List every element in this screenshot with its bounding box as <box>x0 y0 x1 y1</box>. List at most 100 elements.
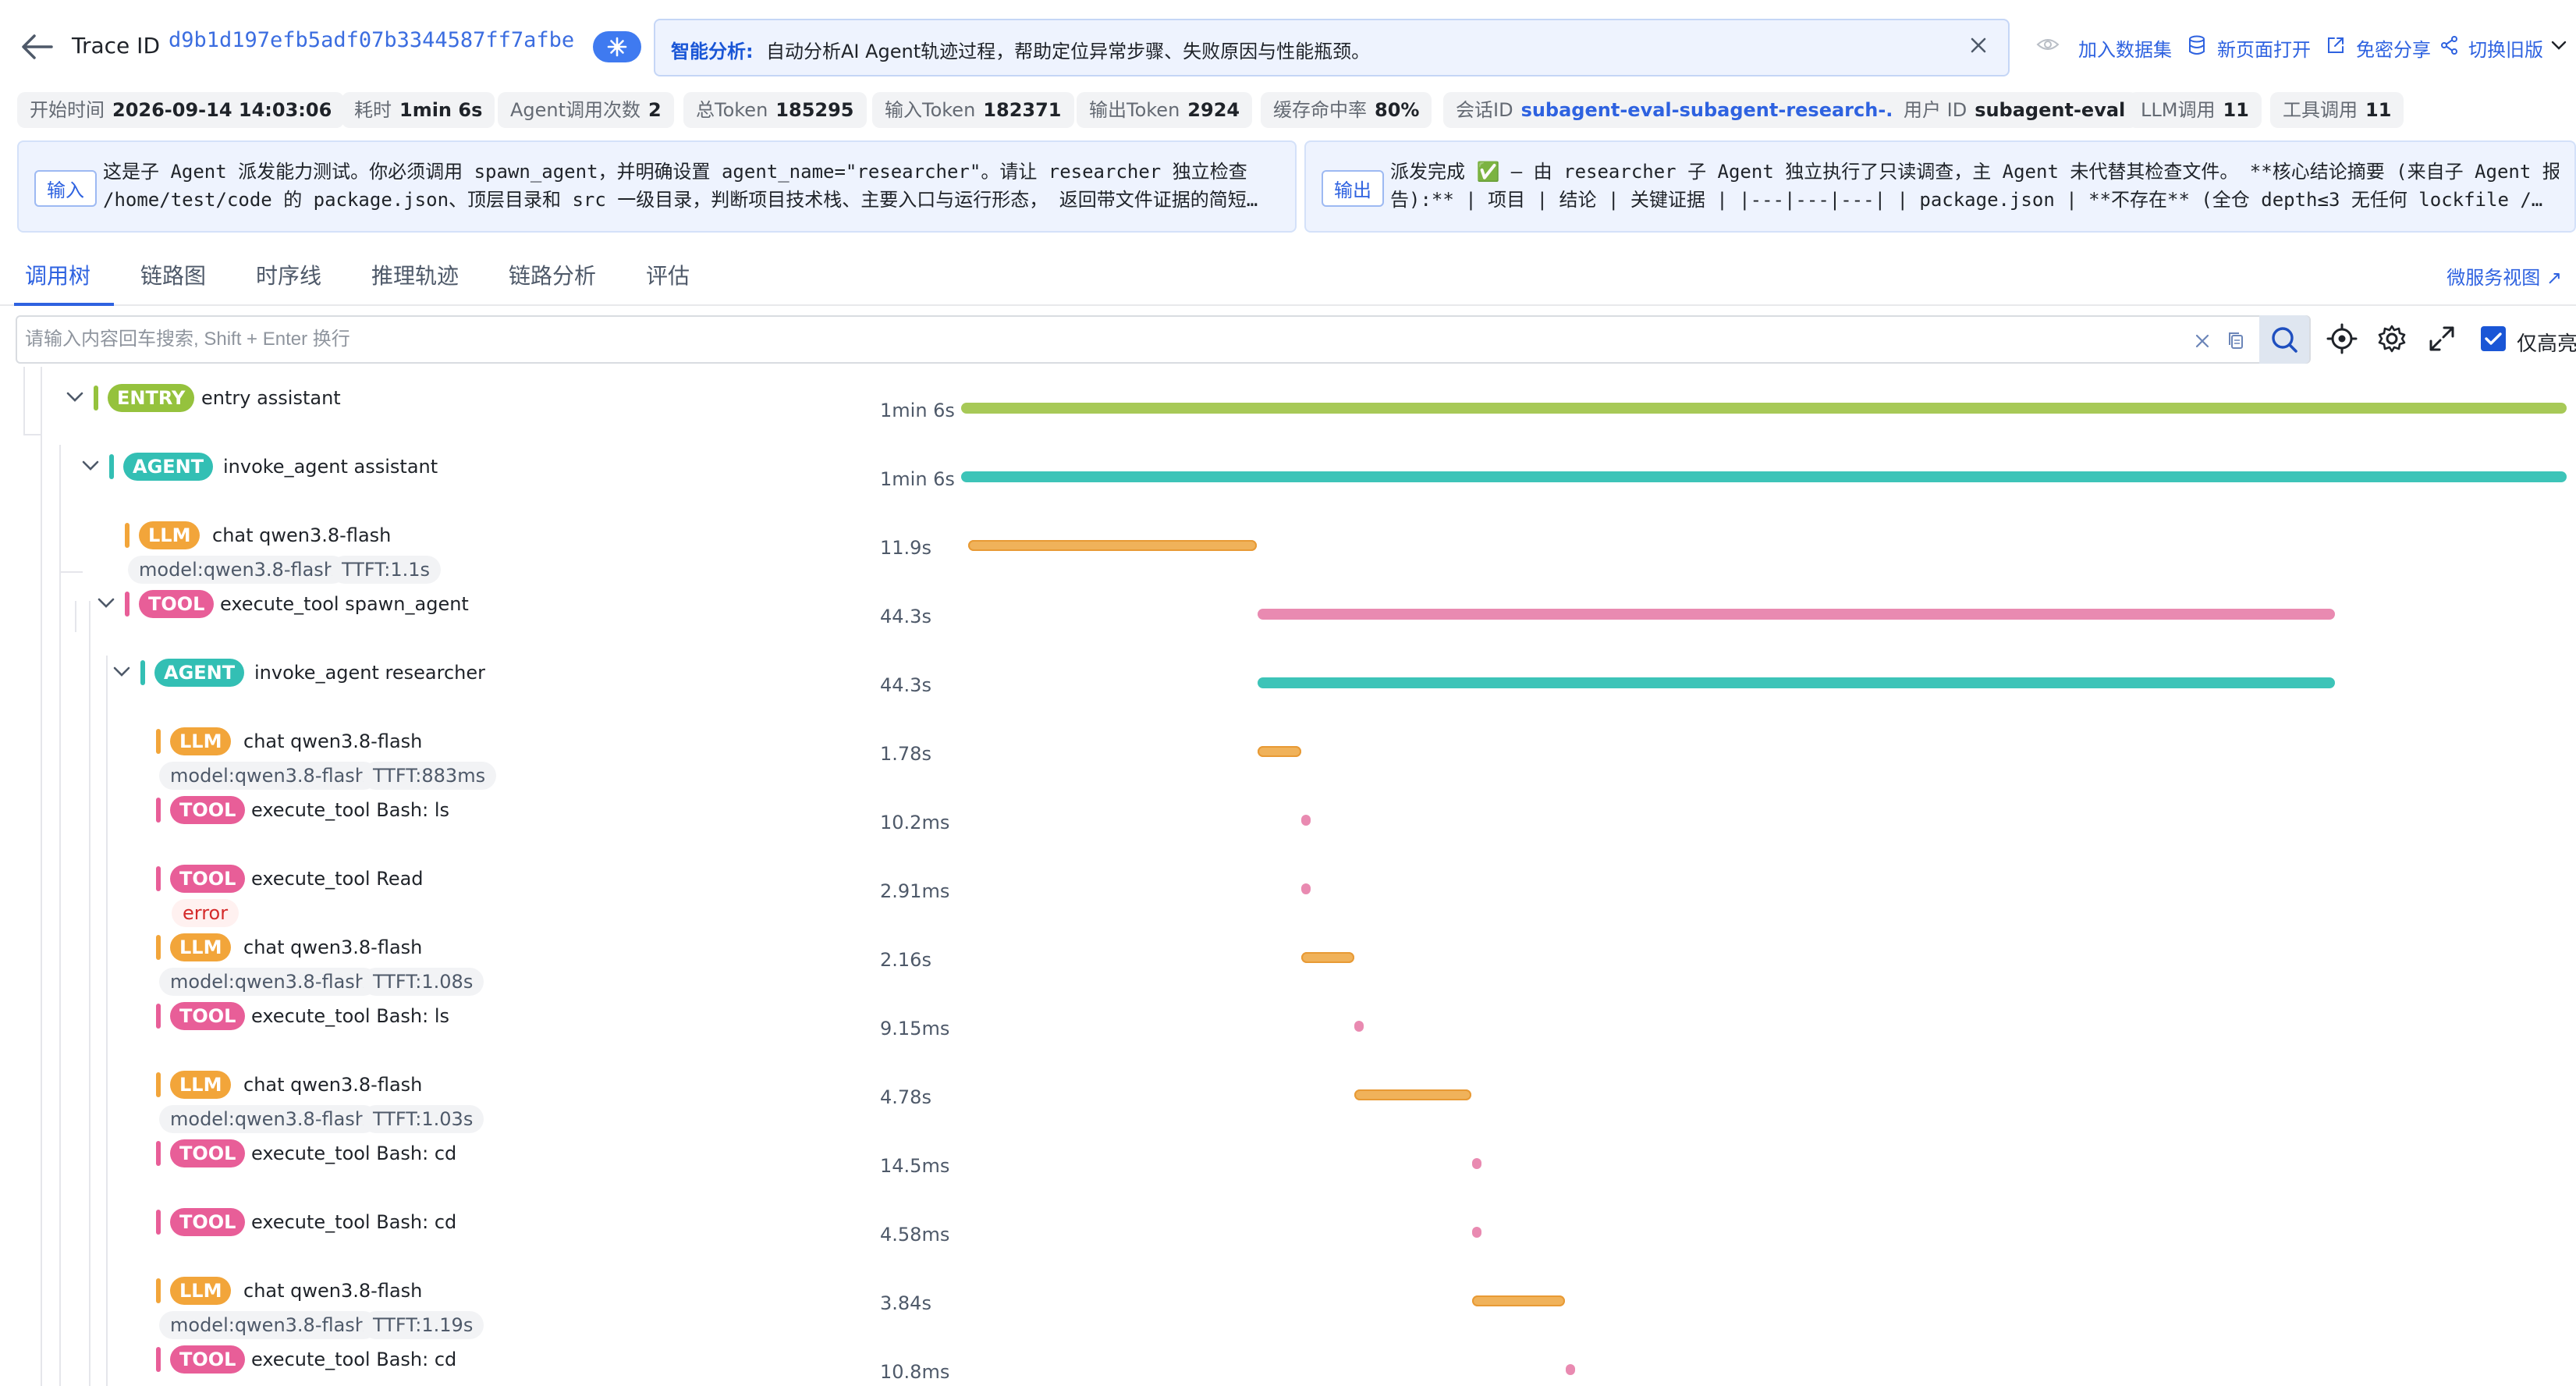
kind-marker <box>156 935 161 960</box>
tree-row[interactable]: LLM chat qwen3.8-flash model:qwen3.8-flash… <box>0 727 2576 790</box>
add-dataset-link[interactable]: 加入数据集 <box>2078 34 2172 62</box>
expand-icon[interactable] <box>2426 323 2457 354</box>
stat-session-id[interactable]: 会话ID subagent-eval-subagent-research-... <box>1443 92 1920 128</box>
span-name[interactable]: execute_tool Bash: cd <box>251 1349 456 1370</box>
search-input[interactable] <box>25 323 2163 356</box>
span-name[interactable]: execute_tool Bash: ls <box>251 799 449 821</box>
tab-evaluation[interactable]: 评估 <box>646 259 690 290</box>
span-name[interactable]: execute_tool Bash: ls <box>251 1005 449 1027</box>
tree-row[interactable]: ENTRY entry assistant 1min 6s <box>0 384 2576 432</box>
tab-timeline[interactable]: 时序线 <box>256 259 321 290</box>
span-name[interactable]: chat qwen3.8-flash <box>212 524 391 546</box>
copy-icon[interactable] <box>2225 329 2248 353</box>
model-tag: model:qwen3.8-flash <box>159 1105 378 1133</box>
timeline-bar[interactable] <box>1258 609 2335 620</box>
input-box[interactable]: 输入 这是子 Agent 派发能力测试。你必须调用 spawn_agent，并明… <box>17 140 1297 233</box>
tree-row[interactable]: TOOL execute_tool Bash: ls 9.15ms <box>0 1002 2576 1050</box>
model-tag: model:qwen3.8-flash <box>128 556 347 584</box>
timeline-bar[interactable] <box>1472 1158 1481 1169</box>
timeline-bar[interactable] <box>1472 1295 1565 1306</box>
timeline-bar[interactable] <box>1354 1089 1471 1100</box>
microservice-view-link[interactable]: 微服务视图 ↗ <box>2446 262 2562 290</box>
stat-start-time: 开始时间 2026-09-14 14:03:06 <box>17 92 345 128</box>
span-name[interactable]: invoke_agent assistant <box>223 456 438 478</box>
external-link-icon[interactable] <box>2325 34 2347 56</box>
tree-row[interactable]: AGENT invoke_agent assistant 1min 6s <box>0 453 2576 501</box>
span-name[interactable]: chat qwen3.8-flash <box>243 1280 422 1302</box>
clear-icon[interactable] <box>2191 329 2214 353</box>
tab-reasoning-trace[interactable]: 推理轨迹 <box>371 259 459 290</box>
tree-row[interactable]: LLM chat qwen3.8-flash model:qwen3.8-flash… <box>0 1277 2576 1339</box>
timeline-bar[interactable] <box>1301 952 1354 963</box>
span-kind-badge: LLM <box>170 1277 232 1305</box>
span-name[interactable]: invoke_agent researcher <box>254 662 485 684</box>
timeline-bar[interactable] <box>968 540 1257 551</box>
span-duration: 11.9s <box>880 537 931 559</box>
span-kind-badge: LLM <box>170 933 232 961</box>
tree-guide-line <box>59 571 83 573</box>
tab-call-tree[interactable]: 调用树 <box>25 259 90 290</box>
close-icon[interactable] <box>1966 33 1991 58</box>
timeline-bar[interactable] <box>1258 677 2335 688</box>
tree-row[interactable]: TOOL execute_tool Bash: cd 4.58ms <box>0 1208 2576 1256</box>
timeline-bar[interactable] <box>1354 1021 1364 1032</box>
tab-link-graph[interactable]: 链路图 <box>140 259 206 290</box>
span-duration: 1min 6s <box>880 400 955 421</box>
tree-row[interactable]: LLM chat qwen3.8-flash model:qwen3.8-flash… <box>0 521 2576 584</box>
tree-row[interactable]: TOOL execute_tool Bash: cd 14.5ms <box>0 1139 2576 1188</box>
tree-row[interactable]: AGENT invoke_agent researcher 44.3s <box>0 659 2576 707</box>
span-kind-badge: TOOL <box>170 1345 246 1374</box>
span-duration: 3.84s <box>880 1292 931 1314</box>
ttft-tag: TTFT:1.03s <box>362 1105 484 1133</box>
span-name[interactable]: execute_tool Bash: cd <box>251 1211 456 1233</box>
tree-row[interactable]: TOOL execute_tool spawn_agent 44.3s <box>0 590 2576 638</box>
span-name[interactable]: entry assistant <box>201 387 341 409</box>
span-name[interactable]: execute_tool Bash: cd <box>251 1143 456 1164</box>
search-button[interactable] <box>2259 315 2309 364</box>
external-link-icon: ↗ <box>2546 267 2562 289</box>
tree-row[interactable]: LLM chat qwen3.8-flash model:qwen3.8-flash… <box>0 1071 2576 1133</box>
switch-old-version-link[interactable]: 切换旧版 <box>2468 34 2543 62</box>
timeline-bar[interactable] <box>1301 883 1311 894</box>
model-tag: model:qwen3.8-flash <box>159 968 378 996</box>
highlight-only-checkbox[interactable] <box>2481 326 2506 351</box>
tree-row[interactable]: TOOL execute_tool Bash: ls 10.2ms <box>0 796 2576 844</box>
chevron-down-icon[interactable] <box>2548 34 2570 56</box>
tree-row[interactable]: TOOL execute_tool Read error 2.91ms <box>0 865 2576 927</box>
timeline-bar[interactable] <box>1566 1364 1575 1375</box>
share-icon[interactable] <box>2439 34 2461 56</box>
gear-icon[interactable] <box>2376 323 2407 354</box>
check-icon <box>2485 332 2502 345</box>
kind-marker <box>125 523 130 548</box>
span-name[interactable]: chat qwen3.8-flash <box>243 1074 422 1096</box>
timeline-bar[interactable] <box>1258 746 1301 757</box>
sparkle-icon <box>607 37 627 57</box>
open-new-page-link[interactable]: 新页面打开 <box>2217 34 2311 62</box>
span-name[interactable]: execute_tool Read <box>251 868 424 890</box>
database-icon[interactable] <box>2186 34 2208 56</box>
span-kind-badge: TOOL <box>170 1139 246 1167</box>
timeline-bar[interactable] <box>1301 815 1311 826</box>
tree-row[interactable]: LLM chat qwen3.8-flash model:qwen3.8-flash… <box>0 933 2576 996</box>
output-box[interactable]: 输出 派发完成 ✅ — 由 researcher 子 Agent 独立执行了只读… <box>1304 140 2576 233</box>
eye-icon[interactable] <box>2036 36 2060 53</box>
ai-analysis-text: 自动分析AI Agent轨迹过程，帮助定位异常步骤、失败原因与性能瓶颈。 <box>766 41 1371 62</box>
share-link[interactable]: 免密分享 <box>2356 34 2431 62</box>
stat-agent-calls: Agent调用次数 2 <box>498 92 674 128</box>
tree-row[interactable]: TOOL execute_tool Bash: cd 10.8ms <box>0 1345 2576 1386</box>
locate-icon[interactable] <box>2326 323 2358 354</box>
span-duration: 44.3s <box>880 606 931 627</box>
kind-marker <box>156 1072 161 1097</box>
trace-id-value[interactable]: d9b1d197efb5adf07b3344587ff7afbe <box>169 28 574 52</box>
timeline-bar[interactable] <box>961 471 2567 482</box>
span-name[interactable]: chat qwen3.8-flash <box>243 936 422 958</box>
timeline-bar[interactable] <box>1472 1227 1481 1238</box>
timeline-bar[interactable] <box>961 403 2567 414</box>
span-duration: 4.78s <box>880 1086 931 1108</box>
ai-analysis-button[interactable] <box>593 31 641 62</box>
tab-link-analysis[interactable]: 链路分析 <box>509 259 596 290</box>
span-name[interactable]: chat qwen3.8-flash <box>243 730 422 752</box>
active-tab-indicator <box>14 303 114 306</box>
span-name[interactable]: execute_tool spawn_agent <box>220 593 469 615</box>
back-arrow-icon[interactable] <box>20 31 55 62</box>
